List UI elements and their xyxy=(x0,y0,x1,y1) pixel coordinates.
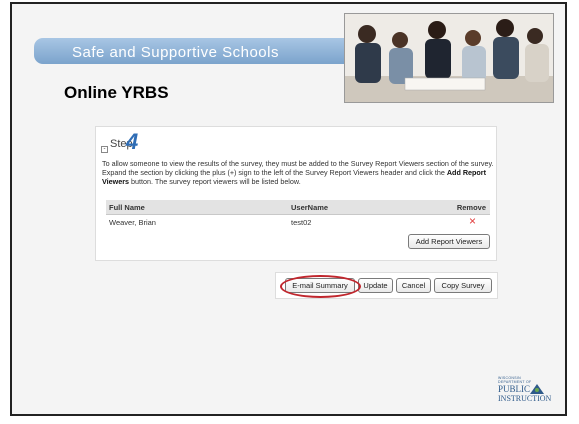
header-remove: Remove xyxy=(456,203,486,212)
step-instructions: To allow someone to view the results of … xyxy=(102,159,494,186)
logo-figure-icon xyxy=(530,384,544,394)
step-number: 4 xyxy=(126,129,139,154)
update-button[interactable]: Update xyxy=(358,278,393,293)
slide: Safe and Supportive Schools Online YRBS … xyxy=(10,2,567,416)
banner-title: Safe and Supportive Schools xyxy=(72,44,279,61)
row-full-name: Weaver, Brian xyxy=(109,218,156,227)
collapse-toggle-icon[interactable]: - xyxy=(101,146,108,153)
instructions-text-1: To allow someone to view the results of … xyxy=(102,159,494,177)
students-photo xyxy=(344,13,554,103)
survey-actions-bar: E-mail Summary Update Cancel Copy Survey xyxy=(275,272,498,299)
logo-instruction-text: INSTRUCTION xyxy=(498,394,552,403)
highlight-oval xyxy=(280,275,361,298)
logo-public-text: PUBLIC xyxy=(498,384,531,394)
slide-subtitle: Online YRBS xyxy=(64,83,169,102)
header-full-name: Full Name xyxy=(109,203,145,212)
dpi-logo: WISCONSIN DEPARTMENT OF PUBLIC INSTRUCTI… xyxy=(498,376,551,406)
viewers-table-header: Full Name UserName Remove xyxy=(106,200,490,215)
copy-survey-button[interactable]: Copy Survey xyxy=(434,278,492,293)
logo-small-text: WISCONSIN DEPARTMENT OF xyxy=(498,376,532,384)
add-report-viewers-button[interactable]: Add Report Viewers xyxy=(408,234,490,249)
cancel-button[interactable]: Cancel xyxy=(396,278,431,293)
header-username: UserName xyxy=(291,203,329,212)
remove-icon[interactable]: × xyxy=(469,215,476,228)
row-username: test02 xyxy=(291,218,312,227)
table-row: Weaver, Brian test02 × xyxy=(106,215,490,229)
step-panel: - Step 4 To allow someone to view the re… xyxy=(95,126,497,261)
instructions-text-2: button. The survey report viewers will b… xyxy=(129,177,301,186)
students-photo-illustration xyxy=(345,14,553,102)
